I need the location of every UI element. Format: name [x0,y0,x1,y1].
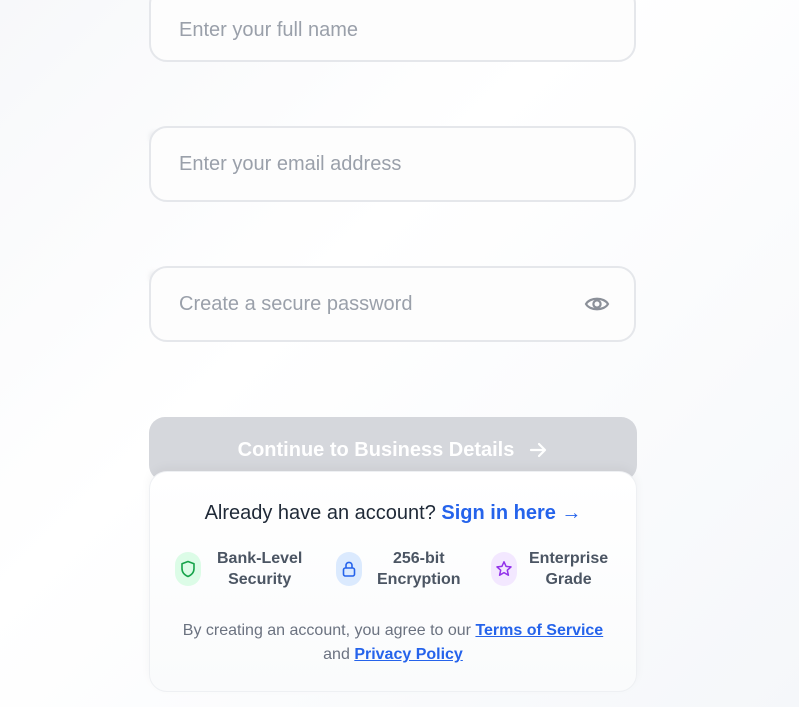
shield-icon [175,552,201,586]
star-icon [491,552,517,586]
badge-enterprise: Enterprise Grade [491,548,608,590]
password-input[interactable] [177,268,574,340]
name-field[interactable] [149,0,636,62]
privacy-link[interactable]: Privacy Policy [354,646,463,663]
badge-enterprise-line1: Enterprise [529,550,609,567]
terms-link[interactable]: Terms of Service [475,622,603,639]
legal-prefix: By creating an account, you agree to our [182,622,471,639]
badge-encryption-line1: 256-bit [392,550,445,567]
eye-icon[interactable] [584,294,610,314]
legal-text: By creating an account, you agree to our… [150,619,636,667]
email-field[interactable] [149,126,636,202]
badge-security-line2: Security [228,571,292,588]
email-input[interactable] [177,128,574,200]
signin-prompt: Already have an account? [204,502,436,524]
badge-encryption: 256-bit Encryption [336,548,461,590]
continue-button-label: Continue to Business Details [237,439,515,461]
name-input[interactable] [177,0,574,60]
badge-enterprise-line2: Grade [545,571,592,588]
lock-icon [336,552,362,586]
password-field[interactable] [149,266,636,342]
signin-link[interactable]: Sign in here → [441,502,581,524]
badge-security: Bank-Level Security [175,548,302,590]
legal-and: and [323,646,350,663]
badge-security-line1: Bank-Level [217,550,303,567]
badge-encryption-line2: Encryption [377,571,461,588]
signin-card: Already have an account? Sign in here → … [149,471,637,692]
arrow-right-icon [528,440,548,460]
signin-prompt-line: Already have an account? Sign in here → [150,502,636,525]
